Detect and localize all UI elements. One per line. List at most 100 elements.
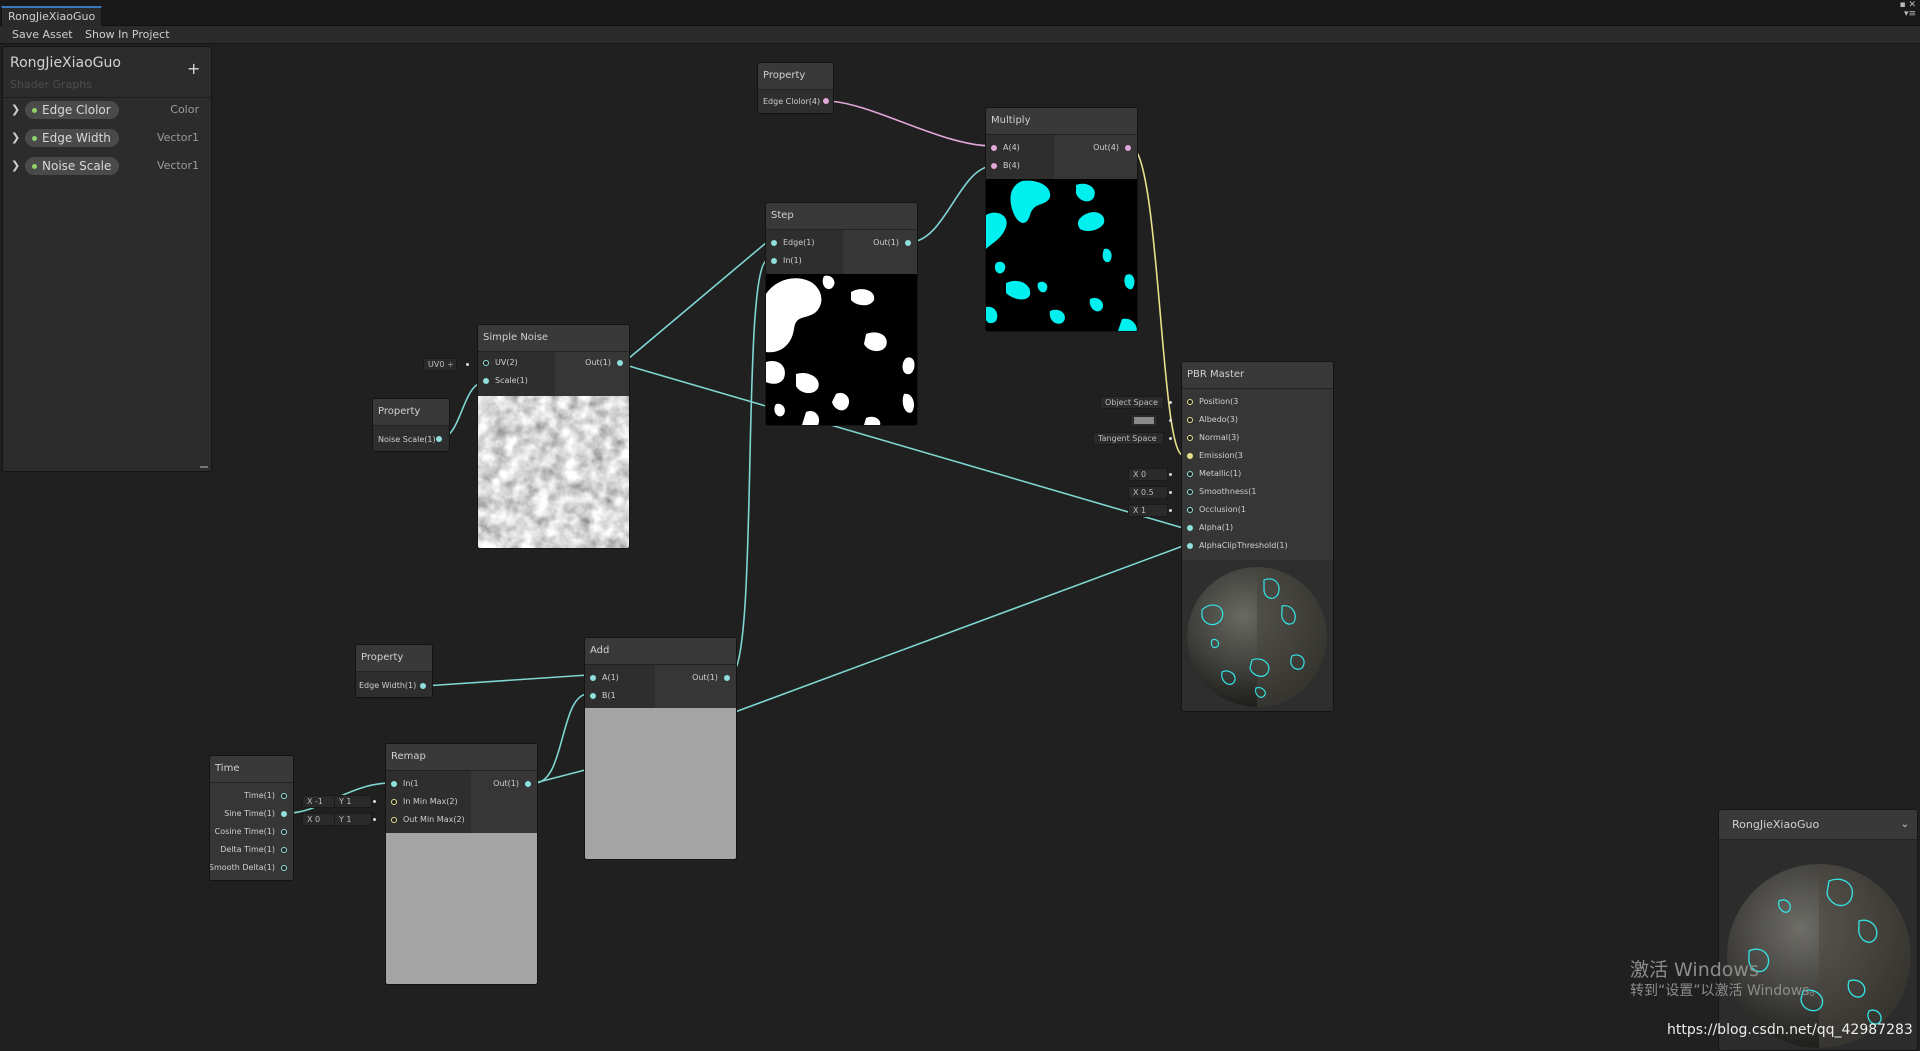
add-property-button[interactable]: + xyxy=(187,61,200,77)
port-label: Out Min Max(2) xyxy=(403,815,465,824)
property-type: Vector1 xyxy=(156,159,199,172)
port-label: Occlusion(1 xyxy=(1199,505,1246,514)
node-outputs: Out(4) xyxy=(1054,135,1137,179)
output-port-icon[interactable] xyxy=(281,793,287,799)
main-preview-sphere[interactable] xyxy=(1719,841,1917,1050)
normal-space-dropdown[interactable]: Tangent Space xyxy=(1093,432,1164,445)
port-label: Smooth Delta(1) xyxy=(209,863,275,872)
input-port-icon[interactable] xyxy=(1187,525,1193,531)
port-label: In Min Max(2) xyxy=(403,797,458,806)
property-name: Noise Scale xyxy=(42,159,112,173)
input-port-icon[interactable] xyxy=(590,675,596,681)
property-node-noise-scale[interactable]: Property Noise Scale(1) xyxy=(372,398,450,452)
simple-noise-node[interactable]: Simple Noise UV(2) Scale(1) Out(1) xyxy=(477,324,630,549)
albedo-color-field[interactable] xyxy=(1130,414,1158,427)
blackboard-property-row[interactable]: ❯ Edge Clolor Color xyxy=(3,100,211,122)
blackboard-property-row[interactable]: ❯ Noise Scale Vector1 xyxy=(3,156,211,178)
output-port-icon[interactable] xyxy=(1125,145,1131,151)
out-min-max-x-field[interactable]: X 0 xyxy=(302,813,338,826)
connector-dot-icon xyxy=(1169,437,1172,440)
source-url-watermark: https://blog.csdn.net/qq_42987283 xyxy=(1667,1022,1913,1038)
property-node-edge-width[interactable]: Property Edge Width(1) xyxy=(355,644,433,698)
port-label: AlphaClipThreshold(1) xyxy=(1199,541,1288,550)
port-label: Smoothness(1 xyxy=(1199,487,1257,496)
property-dot-icon xyxy=(32,136,37,141)
step-preview-image xyxy=(766,274,917,425)
input-port-icon[interactable] xyxy=(1187,489,1193,495)
port-label: Out(1) xyxy=(493,779,519,788)
node-inputs: A(4) B(4) xyxy=(986,135,1054,179)
input-port-icon[interactable] xyxy=(1187,435,1193,441)
output-port-icon[interactable] xyxy=(617,360,623,366)
output-port-icon[interactable] xyxy=(525,781,531,787)
port-label: Out(1) xyxy=(692,673,718,682)
input-port-icon[interactable] xyxy=(483,360,489,366)
input-port-icon[interactable] xyxy=(483,378,489,384)
input-port-icon[interactable] xyxy=(1187,471,1193,477)
multiply-node[interactable]: Multiply A(4) B(4) Out(4) xyxy=(985,107,1138,332)
output-port-icon[interactable] xyxy=(905,240,911,246)
input-port-icon[interactable] xyxy=(590,693,596,699)
input-port-icon[interactable] xyxy=(1187,399,1193,405)
output-port-icon[interactable] xyxy=(281,865,287,871)
output-port-icon[interactable] xyxy=(436,436,442,442)
property-pill[interactable]: Edge Width xyxy=(25,129,119,147)
node-inputs: Position(3 Albedo(3) Normal(3) Emission(… xyxy=(1182,389,1333,560)
property-node-edge-color[interactable]: Property Edge Clolor(4) xyxy=(757,62,834,114)
input-port-icon[interactable] xyxy=(391,817,397,823)
pbr-master-node[interactable]: PBR Master Position(3 Albedo(3) Normal(3… xyxy=(1181,361,1334,712)
chevron-right-icon[interactable]: ❯ xyxy=(11,159,20,172)
output-port-icon[interactable] xyxy=(823,98,829,104)
wire-add-to-alpha-clip xyxy=(734,545,1184,713)
node-title: Multiply xyxy=(986,108,1137,135)
input-port-icon[interactable] xyxy=(771,240,777,246)
time-node[interactable]: Time Time(1) Sine Time(1) Cosine Time(1)… xyxy=(209,755,294,881)
port-label: Out(1) xyxy=(585,358,611,367)
wire-edge-color-to-multiply-a xyxy=(824,100,994,147)
resize-grip-icon[interactable] xyxy=(200,466,208,468)
add-node[interactable]: Add A(1) B(1 Out(1) xyxy=(584,637,737,860)
wire-add-to-step-in xyxy=(729,259,769,676)
in-min-max-x-field[interactable]: X -1 xyxy=(302,795,338,808)
property-dot-icon xyxy=(32,108,37,113)
output-port-icon[interactable] xyxy=(281,847,287,853)
in-min-max-y-field[interactable]: Y 1 xyxy=(334,795,372,808)
input-port-icon[interactable] xyxy=(391,799,397,805)
wire-step-to-multiply-b xyxy=(909,165,994,243)
input-port-icon[interactable] xyxy=(1187,453,1193,459)
port-label: Time(1) xyxy=(244,791,275,800)
property-pill[interactable]: Noise Scale xyxy=(25,157,120,175)
output-port-icon[interactable] xyxy=(281,829,287,835)
port-label: A(1) xyxy=(602,673,619,682)
remap-node[interactable]: Remap In(1 In Min Max(2) Out Min Max(2) … xyxy=(385,743,538,985)
chevron-right-icon[interactable]: ❯ xyxy=(11,131,20,144)
input-port-icon[interactable] xyxy=(1187,543,1193,549)
position-space-dropdown[interactable]: Object Space xyxy=(1100,396,1164,409)
input-port-icon[interactable] xyxy=(991,163,997,169)
uv-channel-dropdown[interactable]: UV0 ÷ xyxy=(423,358,457,371)
step-node[interactable]: Step Edge(1) In(1) Out(1) xyxy=(765,202,918,426)
output-port-icon[interactable] xyxy=(724,675,730,681)
output-port-icon[interactable] xyxy=(420,683,426,689)
chevron-right-icon[interactable]: ❯ xyxy=(11,103,20,116)
input-port-icon[interactable] xyxy=(991,145,997,151)
occlusion-field[interactable]: X 1 xyxy=(1128,504,1168,517)
out-min-max-y-field[interactable]: Y 1 xyxy=(334,813,372,826)
metallic-field[interactable]: X 0 xyxy=(1128,468,1168,481)
property-dot-icon xyxy=(32,164,37,169)
node-title: Step xyxy=(766,203,917,230)
blackboard-property-row[interactable]: ❯ Edge Width Vector1 xyxy=(3,128,211,150)
smoothness-field[interactable]: X 0.5 xyxy=(1128,486,1168,499)
input-port-icon[interactable] xyxy=(1187,417,1193,423)
node-body: Noise Scale(1) xyxy=(373,426,449,451)
node-outputs: Out(1) xyxy=(471,771,537,833)
input-port-icon[interactable] xyxy=(771,258,777,264)
main-preview-panel[interactable]: RongJieXiaoGuo ⌄ xyxy=(1718,809,1918,1051)
input-port-icon[interactable] xyxy=(1187,507,1193,513)
port-label: Edge Width(1) xyxy=(359,681,417,690)
chevron-down-icon[interactable]: ⌄ xyxy=(1901,819,1909,830)
input-port-icon[interactable] xyxy=(391,781,397,787)
output-port-icon[interactable] xyxy=(281,811,287,817)
property-type: Color xyxy=(170,103,199,116)
property-pill[interactable]: Edge Clolor xyxy=(25,101,119,119)
